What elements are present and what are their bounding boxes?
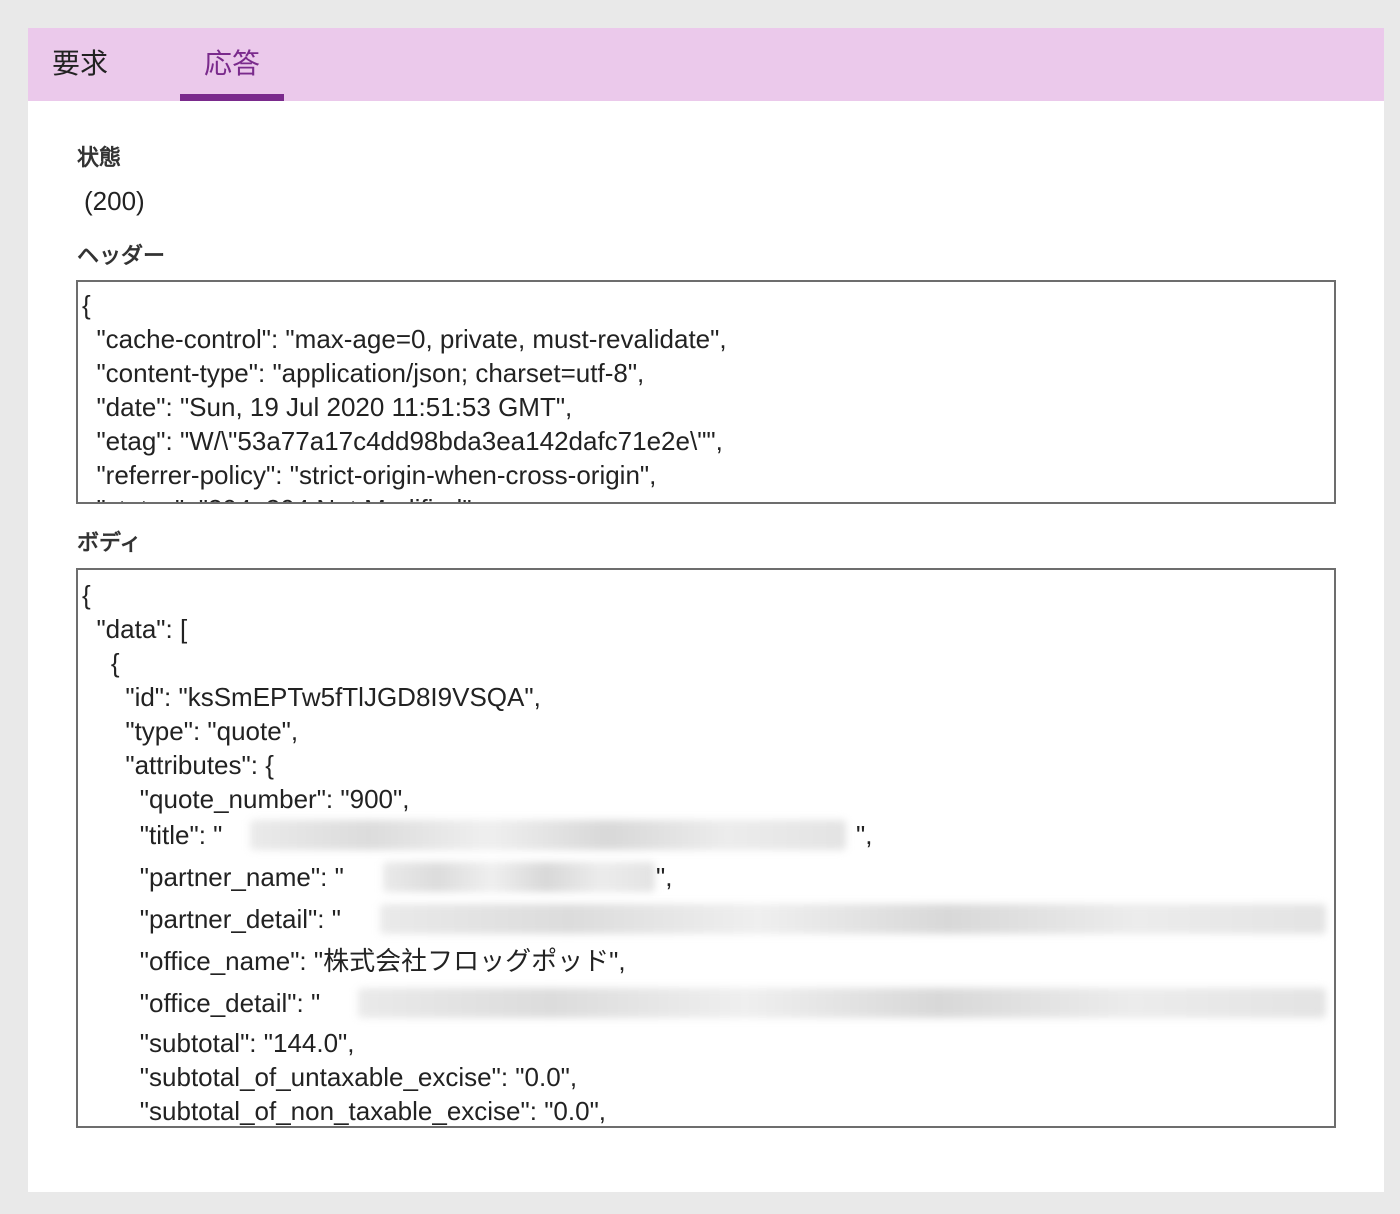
body-line: "attributes": {: [82, 750, 274, 780]
redacted-partner-detail: [380, 904, 1326, 934]
body-line: "subtotal_of_non_taxable_excise": "0.0",: [82, 1096, 607, 1126]
redacted-partner-name: [383, 862, 655, 892]
body-line: "subtotal_of_untaxable_excise": "0.0",: [82, 1062, 578, 1092]
headers-line: "cache-control": "max-age=0, private, mu…: [82, 324, 727, 354]
response-panel: 要求 応答 状態 (200) ヘッダー { "cache-control": "…: [28, 28, 1384, 1192]
tab-response-label: 応答: [203, 48, 260, 79]
body-line-office-name: "office_name": "株式会社フロッグポッド",: [82, 946, 626, 976]
headers-label: ヘッダー: [77, 243, 166, 268]
tab-bar: 要求 応答: [28, 28, 1384, 101]
body-line: "quote_number": "900",: [82, 784, 410, 814]
body-line-partner-detail: "partner_detail": ": [82, 904, 341, 934]
body-label: ボディ: [77, 530, 142, 555]
redacted-title: [250, 820, 846, 850]
headers-line: "content-type": "application/json; chars…: [82, 358, 645, 388]
body-line: {: [82, 580, 91, 610]
headers-line: "etag": "W/\"53a77a17c4dd98bda3ea142dafc…: [82, 426, 723, 456]
body-line: "data": [: [82, 614, 188, 644]
body-line-partner-name-suffix: ",: [656, 862, 673, 892]
body-line: "subtotal": "144.0",: [82, 1028, 355, 1058]
tab-request[interactable]: 要求: [52, 28, 112, 101]
status-value: (200): [84, 186, 145, 216]
headers-line: "status": "304, 304 Not Modified",: [82, 492, 478, 502]
body-textbox[interactable]: { "data": [ { "id": "ksSmEPTw5fTlJGD8I9V…: [76, 568, 1336, 1128]
headers-line: {: [82, 290, 91, 320]
body-line: "type": "quote",: [82, 716, 299, 746]
body-line: "id": "ksSmEPTw5fTlJGD8I9VSQA",: [82, 682, 541, 712]
body-line: {: [82, 648, 120, 678]
body-line-title: "title": ": [82, 820, 223, 850]
active-tab-indicator: [180, 94, 284, 101]
body-line-office-detail: "office_detail": ": [82, 988, 321, 1018]
status-label: 状態: [77, 145, 122, 170]
headers-textbox[interactable]: { "cache-control": "max-age=0, private, …: [76, 280, 1336, 504]
headers-line: "referrer-policy": "strict-origin-when-c…: [82, 460, 657, 490]
redacted-office-detail: [358, 988, 1326, 1018]
tab-response[interactable]: 応答: [180, 28, 284, 101]
tab-request-label: 要求: [52, 48, 109, 79]
body-line-title-suffix: ",: [856, 820, 873, 850]
body-line-partner-name: "partner_name": ": [82, 862, 344, 892]
headers-line: "date": "Sun, 19 Jul 2020 11:51:53 GMT",: [82, 392, 573, 422]
